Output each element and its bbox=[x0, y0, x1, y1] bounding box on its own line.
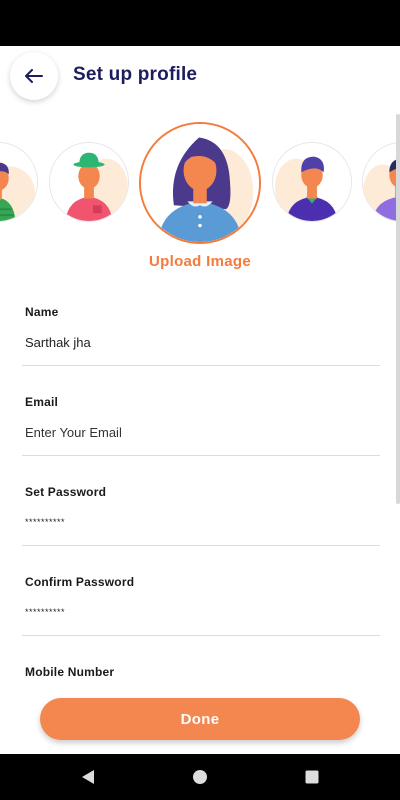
avatar-option-1[interactable] bbox=[0, 142, 38, 222]
divider bbox=[22, 635, 380, 636]
profile-setup-screen: Set up profile Upload Image Name Sarthak… bbox=[0, 46, 400, 754]
upload-image-link[interactable]: Upload Image bbox=[0, 253, 400, 270]
square-recents-icon bbox=[305, 770, 319, 784]
triangle-back-icon bbox=[82, 770, 94, 784]
divider bbox=[22, 545, 380, 546]
confirm-password-label: Confirm Password bbox=[25, 575, 135, 589]
page-title: Set up profile bbox=[73, 64, 198, 85]
system-nav-bar bbox=[0, 754, 400, 800]
divider bbox=[22, 365, 380, 366]
set-password-field: Set Password bbox=[22, 485, 380, 546]
avatar-option-5[interactable] bbox=[362, 142, 400, 222]
name-input[interactable] bbox=[25, 333, 380, 351]
set-password-label: Set Password bbox=[25, 485, 107, 499]
scrollbar[interactable] bbox=[396, 114, 400, 504]
avatar-option-2[interactable] bbox=[49, 142, 129, 222]
header: Set up profile bbox=[0, 46, 400, 108]
back-button[interactable] bbox=[10, 52, 58, 100]
nav-recents-button[interactable] bbox=[302, 767, 322, 787]
avatar-option-4[interactable] bbox=[272, 142, 352, 222]
nav-home-button[interactable] bbox=[190, 767, 210, 787]
avatar-carousel[interactable] bbox=[0, 122, 400, 246]
email-field: Email bbox=[22, 395, 380, 456]
avatar-option-3-selected[interactable] bbox=[139, 122, 261, 244]
mobile-number-field: Mobile Number bbox=[25, 665, 380, 679]
confirm-password-field: Confirm Password bbox=[22, 575, 380, 636]
confirm-password-input[interactable] bbox=[25, 603, 380, 621]
set-password-input[interactable] bbox=[25, 513, 380, 531]
email-input[interactable] bbox=[25, 423, 380, 441]
name-field: Name bbox=[22, 305, 380, 366]
name-label: Name bbox=[25, 305, 59, 319]
circle-home-icon bbox=[193, 770, 207, 784]
done-button[interactable]: Done bbox=[40, 698, 360, 740]
mobile-number-label: Mobile Number bbox=[25, 665, 115, 679]
nav-back-button[interactable] bbox=[78, 767, 98, 787]
email-label: Email bbox=[25, 395, 59, 409]
arrow-left-icon bbox=[25, 69, 43, 83]
status-bar bbox=[0, 0, 400, 46]
divider bbox=[22, 455, 380, 456]
